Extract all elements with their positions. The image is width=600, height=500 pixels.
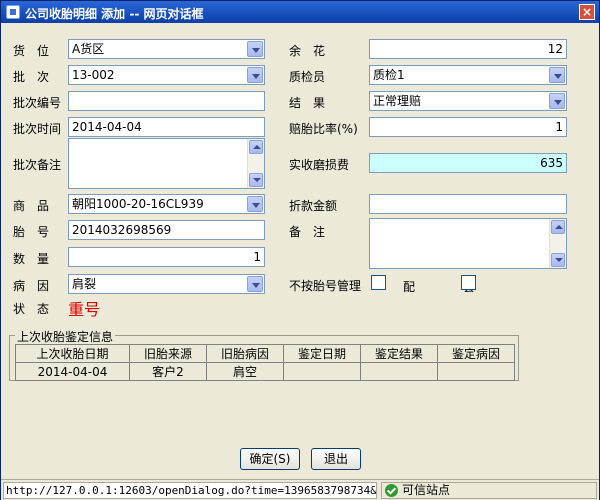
col-header: 上次收胎日期 [15, 344, 130, 363]
exit-button[interactable]: 退出 [311, 448, 361, 470]
table-cell: 2014-04-04 [15, 362, 130, 381]
scroll-up-icon[interactable] [551, 220, 565, 234]
discount-label: 折款金额 [289, 199, 338, 213]
wear-fee-input[interactable]: 635 [369, 153, 567, 173]
batch-time-input[interactable]: 2014-04-04 [68, 117, 265, 137]
status-value: 重号 [68, 300, 101, 319]
url-display: http://127.0.0.1:12603/openDialog.do?tim… [3, 482, 377, 499]
chevron-down-icon[interactable] [247, 276, 263, 292]
status-bar: http://127.0.0.1:12603/openDialog.do?tim… [1, 479, 599, 500]
close-button[interactable]: × [579, 4, 595, 20]
tire-no-input[interactable]: 2014032698569 [68, 220, 265, 240]
col-header: 旧胎病因 [206, 344, 284, 363]
cause-select[interactable]: 肩裂 [68, 274, 265, 294]
cause-value: 肩裂 [72, 277, 97, 291]
result-select[interactable]: 正常理赔 [369, 91, 567, 111]
product-select[interactable]: 朝阳1000-20-16CL939 [68, 194, 265, 214]
inspector-label: 质检员 [289, 70, 326, 84]
chevron-down-icon[interactable] [549, 93, 565, 109]
ratio-input[interactable]: 1 [369, 117, 567, 137]
status-label: 状 态 [13, 302, 50, 316]
ok-button[interactable]: 确定(S) [240, 448, 300, 470]
chevron-down-icon[interactable] [549, 67, 565, 83]
product-value: 朝阳1000-20-16CL939 [72, 197, 204, 211]
wear-fee-label: 实收磨损费 [289, 158, 350, 172]
remain-input[interactable]: 12 [369, 39, 567, 59]
ratio-label: 赔胎比率(%) [289, 122, 358, 136]
table-cell: 客户2 [129, 362, 207, 381]
scroll-down-icon[interactable] [551, 253, 565, 267]
chevron-down-icon[interactable] [247, 196, 263, 212]
qty-label: 数 量 [13, 252, 50, 266]
no-tire-mgmt-checkbox[interactable] [371, 275, 386, 290]
cause-label: 病 因 [13, 279, 50, 293]
no-tire-mgmt-label: 不按胎号管理 [289, 279, 362, 293]
app-icon [6, 5, 20, 19]
table-cell [437, 362, 515, 381]
inspector-value: 质检1 [373, 68, 405, 82]
batch-no-input[interactable] [68, 91, 265, 111]
batch-time-label: 批次时间 [13, 122, 62, 136]
scroll-down-icon[interactable] [249, 173, 263, 187]
result-value: 正常理赔 [373, 94, 422, 108]
table-header-row: 上次收胎日期 旧胎来源 旧胎病因 鉴定日期 鉴定结果 鉴定病因 [15, 344, 515, 363]
batch-no-label: 批次编号 [13, 96, 62, 110]
pair-label: 配 套 [403, 280, 494, 294]
location-value: A货区 [72, 42, 105, 56]
chevron-down-icon[interactable] [247, 67, 263, 83]
batch-note-label: 批次备注 [13, 158, 62, 172]
inspector-select[interactable]: 质检1 [369, 65, 567, 85]
title-bar[interactable]: 公司收胎明细 添加 -- 网页对话框 × [1, 1, 599, 23]
table-cell [360, 362, 438, 381]
dialog-window: 公司收胎明细 添加 -- 网页对话框 × 货 位 A货区 批 次 13-002 … [0, 0, 600, 500]
security-zone: 可信站点 [381, 482, 597, 499]
col-header: 旧胎来源 [129, 344, 207, 363]
scrollbar[interactable] [549, 219, 566, 268]
check-icon [385, 484, 398, 497]
batch-select[interactable]: 13-002 [68, 65, 265, 85]
table-cell: 肩空 [206, 362, 284, 381]
scrollbar[interactable] [247, 139, 264, 188]
location-select[interactable]: A货区 [68, 39, 265, 59]
batch-label: 批 次 [13, 70, 50, 84]
batch-note-textarea[interactable] [68, 138, 265, 189]
window-title: 公司收胎明细 添加 -- 网页对话框 [25, 7, 204, 21]
scroll-up-icon[interactable] [249, 140, 263, 154]
pair-checkbox[interactable] [461, 275, 476, 290]
chevron-down-icon[interactable] [247, 41, 263, 57]
zone-text: 可信站点 [402, 483, 451, 497]
qty-input[interactable]: 1 [68, 247, 265, 267]
remain-label: 余 花 [289, 44, 326, 58]
result-label: 结 果 [289, 96, 326, 110]
history-legend: 上次收胎鉴定信息 [15, 328, 116, 345]
remark-textarea[interactable] [369, 218, 567, 269]
remark-label: 备 注 [289, 225, 326, 239]
location-label: 货 位 [13, 44, 50, 58]
discount-input[interactable] [369, 194, 567, 214]
product-label: 商 品 [13, 199, 50, 213]
col-header: 鉴定结果 [360, 344, 438, 363]
batch-value: 13-002 [72, 68, 115, 82]
table-cell [283, 362, 361, 381]
table-row: 2014-04-04 客户2 肩空 [15, 362, 515, 381]
col-header: 鉴定病因 [437, 344, 515, 363]
col-header: 鉴定日期 [283, 344, 361, 363]
tire-no-label: 胎 号 [13, 225, 50, 239]
history-table: 上次收胎日期 旧胎来源 旧胎病因 鉴定日期 鉴定结果 鉴定病因 2014-04-… [15, 344, 515, 381]
